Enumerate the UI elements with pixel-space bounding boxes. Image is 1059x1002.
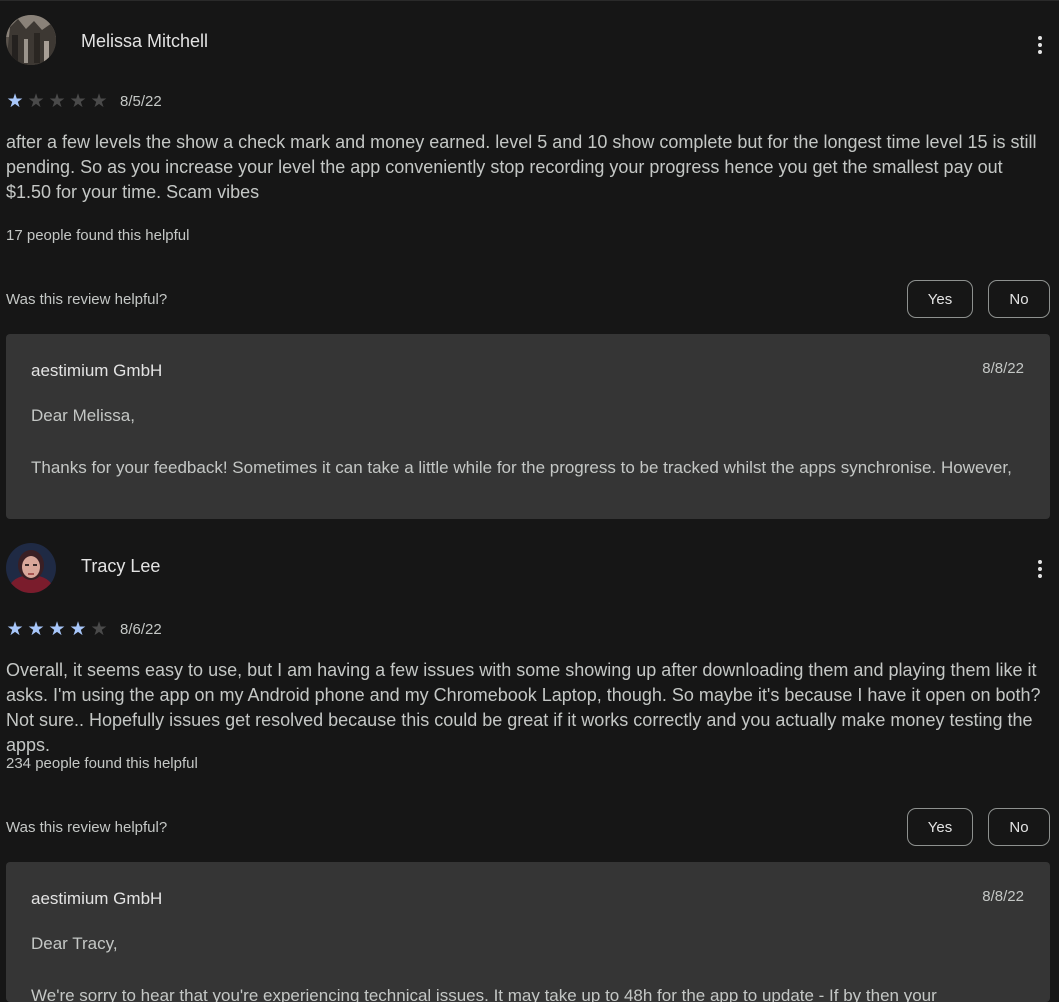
- more-vert-icon: [1038, 36, 1042, 40]
- more-options-button[interactable]: [1028, 555, 1052, 583]
- review-date: 8/6/22: [120, 620, 162, 638]
- reply-greeting: Dear Tracy,: [31, 934, 118, 953]
- star-rating: ★ ★ ★ ★ ★: [6, 617, 108, 640]
- more-vert-icon-dot: [1038, 43, 1042, 47]
- review-text: after a few levels the show a check mark…: [6, 132, 1037, 202]
- star-icon: ★: [6, 617, 24, 640]
- yes-button[interactable]: Yes: [907, 280, 973, 318]
- star-rating: ★ ★ ★ ★ ★: [6, 89, 108, 112]
- star-icon: ★: [6, 89, 24, 112]
- star-icon: ★: [48, 617, 66, 640]
- no-button[interactable]: No: [988, 280, 1050, 318]
- avatar-photo-icon: [6, 543, 56, 593]
- more-vert-icon-dot: [1038, 574, 1042, 578]
- reply-body: We're sorry to hear that you're experien…: [31, 986, 937, 1002]
- review-header: Tracy Lee: [6, 543, 1050, 595]
- review-card: Melissa Mitchell ★ ★ ★ ★ ★ 8/5/22 after a fe…: [6, 15, 1050, 520]
- review-date: 8/5/22: [120, 92, 162, 110]
- star-icon: ★: [27, 617, 45, 640]
- star-icon: ★: [90, 617, 108, 640]
- avatar-photo-icon: [6, 15, 56, 65]
- reply-date: 8/8/22: [982, 888, 1024, 905]
- helpful-question: Was this review helpful?: [6, 819, 168, 836]
- helpful-count: 17 people found this helpful: [6, 227, 190, 244]
- yes-button[interactable]: Yes: [907, 808, 973, 846]
- developer-name: aestimium GmbH: [31, 361, 163, 380]
- reply-date: 8/8/22: [982, 360, 1024, 377]
- review-card: Tracy Lee ★ ★ ★ ★ ★ 8/6/22 Overall, it seems…: [6, 543, 1050, 1002]
- star-icon: ★: [90, 89, 108, 112]
- rating-row: ★ ★ ★ ★ ★ 8/6/22: [6, 617, 162, 641]
- star-icon: ★: [48, 89, 66, 112]
- developer-reply: aestimium GmbH 8/8/22 Dear Melissa, Than…: [6, 334, 1050, 519]
- more-vert-icon: [1038, 560, 1042, 564]
- more-vert-icon-dot: [1038, 50, 1042, 54]
- review-header: Melissa Mitchell: [6, 15, 1050, 67]
- reviewer-name: Tracy Lee: [81, 556, 161, 576]
- review-text: Overall, it seems easy to use, but I am …: [6, 660, 1041, 755]
- more-options-button[interactable]: [1028, 31, 1052, 59]
- no-button[interactable]: No: [988, 808, 1050, 846]
- star-icon: ★: [69, 89, 87, 112]
- developer-name: aestimium GmbH: [31, 889, 163, 908]
- star-icon: ★: [27, 89, 45, 112]
- reviewer-name: Melissa Mitchell: [81, 31, 209, 51]
- rating-row: ★ ★ ★ ★ ★ 8/5/22: [6, 89, 162, 113]
- avatar: [6, 15, 56, 65]
- helpful-question: Was this review helpful?: [6, 291, 168, 308]
- star-icon: ★: [69, 617, 87, 640]
- more-vert-icon-dot: [1038, 567, 1042, 571]
- developer-reply: aestimium GmbH 8/8/22 Dear Tracy, We're …: [6, 862, 1050, 1002]
- avatar: [6, 543, 56, 593]
- helpful-count: 234 people found this helpful: [6, 755, 198, 772]
- reply-greeting: Dear Melissa,: [31, 406, 135, 425]
- top-divider: [0, 0, 1059, 1]
- reply-body: Thanks for your feedback! Sometimes it c…: [31, 458, 1012, 477]
